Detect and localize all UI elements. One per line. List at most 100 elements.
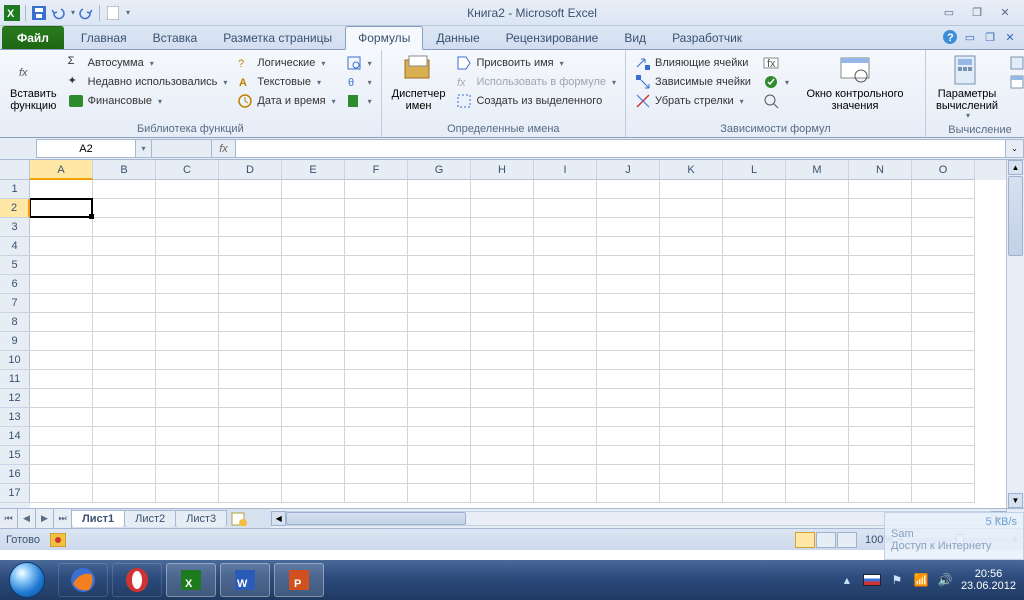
cell[interactable] [219, 256, 282, 275]
tab-page-layout[interactable]: Разметка страницы [210, 26, 345, 49]
cell[interactable] [660, 389, 723, 408]
cell[interactable] [849, 370, 912, 389]
cell[interactable] [282, 427, 345, 446]
calc-now-button[interactable] [1006, 54, 1024, 72]
cell[interactable] [408, 313, 471, 332]
cell[interactable] [408, 370, 471, 389]
row-header[interactable]: 17 [0, 484, 30, 503]
cell[interactable] [912, 389, 975, 408]
cell[interactable] [30, 484, 93, 503]
cell[interactable] [345, 237, 408, 256]
create-from-selection-button[interactable]: Создать из выделенного [453, 92, 619, 110]
financial-button[interactable]: Финансовые▾ [65, 92, 231, 110]
cell[interactable] [849, 465, 912, 484]
column-header[interactable]: M [786, 160, 849, 180]
cell[interactable] [597, 294, 660, 313]
cell[interactable] [723, 332, 786, 351]
redo-icon[interactable] [78, 5, 94, 21]
name-manager-button[interactable]: Диспетчер имен [386, 52, 452, 114]
cell[interactable] [408, 389, 471, 408]
cell[interactable] [786, 351, 849, 370]
language-flag-icon[interactable] [863, 574, 881, 586]
cell[interactable] [93, 408, 156, 427]
insert-function-button[interactable]: fx Вставить функцию [4, 52, 63, 114]
cell[interactable] [282, 446, 345, 465]
cell[interactable] [345, 199, 408, 218]
cell[interactable] [30, 218, 93, 237]
cell[interactable] [534, 256, 597, 275]
cell[interactable] [723, 218, 786, 237]
define-name-button[interactable]: Присвоить имя▾ [453, 54, 619, 72]
cell[interactable] [345, 275, 408, 294]
cell[interactable] [534, 180, 597, 199]
ribbon-minimize-icon[interactable]: ▭ [962, 29, 978, 45]
cell[interactable] [660, 332, 723, 351]
row-header[interactable]: 16 [0, 465, 30, 484]
column-header[interactable]: O [912, 160, 975, 180]
cell[interactable] [408, 408, 471, 427]
trace-precedents-button[interactable]: Влияющие ячейки [632, 54, 754, 72]
cell[interactable] [93, 427, 156, 446]
cell[interactable] [786, 370, 849, 389]
cell[interactable] [786, 389, 849, 408]
cell[interactable] [723, 465, 786, 484]
cell[interactable] [597, 408, 660, 427]
cell[interactable] [282, 218, 345, 237]
cell[interactable] [786, 294, 849, 313]
cell[interactable] [597, 484, 660, 503]
cell[interactable] [660, 446, 723, 465]
undo-icon[interactable] [50, 5, 66, 21]
cell[interactable] [282, 465, 345, 484]
text-button[interactable]: AТекстовые▾ [234, 73, 338, 91]
vertical-scrollbar[interactable]: ▲ ▼ [1006, 160, 1024, 508]
cell[interactable] [534, 294, 597, 313]
cell[interactable] [156, 408, 219, 427]
column-header[interactable]: N [849, 160, 912, 180]
row-header[interactable]: 10 [0, 351, 30, 370]
cell[interactable] [660, 465, 723, 484]
sheet-tab-1[interactable]: Лист1 [71, 510, 125, 527]
cell[interactable] [345, 427, 408, 446]
cell[interactable] [408, 237, 471, 256]
cell[interactable] [534, 446, 597, 465]
sheet-nav-next[interactable]: ▶ [36, 509, 54, 528]
watch-window-button[interactable]: Окно контрольного значения [794, 52, 916, 114]
cell[interactable] [282, 180, 345, 199]
sheet-nav-first[interactable]: ⏮ [0, 509, 18, 528]
cell[interactable] [597, 351, 660, 370]
cell[interactable] [156, 332, 219, 351]
cell[interactable] [345, 294, 408, 313]
cell[interactable] [471, 256, 534, 275]
cell[interactable] [471, 332, 534, 351]
taskbar-firefox[interactable] [58, 563, 108, 597]
cell[interactable] [660, 256, 723, 275]
cell[interactable] [912, 180, 975, 199]
cell[interactable] [156, 484, 219, 503]
cell[interactable] [345, 446, 408, 465]
sheet-nav-last[interactable]: ⏭ [54, 509, 72, 528]
cell[interactable] [93, 199, 156, 218]
cell[interactable] [786, 275, 849, 294]
cell[interactable] [219, 389, 282, 408]
cell[interactable] [786, 484, 849, 503]
cell[interactable] [345, 256, 408, 275]
cell[interactable] [786, 180, 849, 199]
more-functions-button[interactable]: ▾ [343, 92, 375, 110]
cell[interactable] [30, 389, 93, 408]
cell[interactable] [849, 389, 912, 408]
cell[interactable] [408, 180, 471, 199]
cell[interactable] [219, 180, 282, 199]
cell[interactable] [345, 332, 408, 351]
cell[interactable] [282, 256, 345, 275]
tab-file[interactable]: Файл [2, 26, 64, 49]
cell[interactable] [723, 237, 786, 256]
cell[interactable] [93, 180, 156, 199]
cell[interactable] [219, 218, 282, 237]
cell[interactable] [345, 465, 408, 484]
cell[interactable] [219, 275, 282, 294]
cell[interactable] [534, 370, 597, 389]
cell[interactable] [156, 389, 219, 408]
column-header[interactable]: D [219, 160, 282, 180]
cell[interactable] [534, 389, 597, 408]
cell[interactable] [345, 370, 408, 389]
